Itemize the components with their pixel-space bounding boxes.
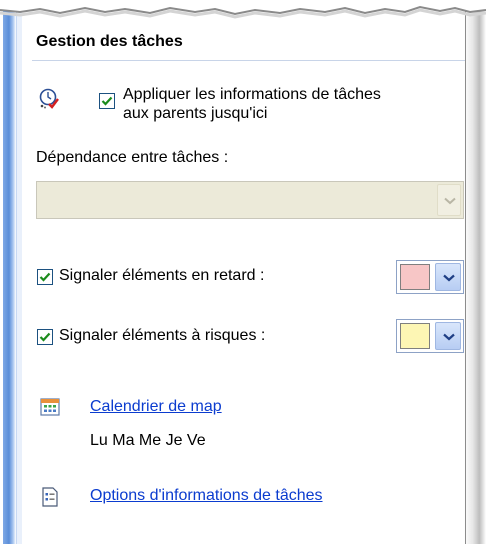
late-items-color-picker[interactable]	[396, 260, 464, 294]
dependency-label: Dépendance entre tâches :	[36, 149, 229, 166]
apply-parents-label-line2: aux parents jusqu'ici	[123, 105, 268, 122]
title-divider	[32, 60, 465, 61]
late-items-color-dropdown[interactable]	[435, 263, 461, 291]
torn-edge	[0, 0, 486, 19]
late-items-checkbox[interactable]	[37, 269, 53, 285]
late-items-color-swatch	[400, 264, 430, 290]
panel-left-gutter	[16, 0, 22, 544]
dependency-dropdown[interactable]	[36, 181, 464, 219]
risk-items-color-picker[interactable]	[396, 319, 464, 353]
risk-items-checkbox[interactable]	[37, 329, 53, 345]
calendar-link[interactable]: Calendrier de map	[90, 398, 222, 416]
task-info-options-link[interactable]: Options d'informations de tâches	[90, 487, 323, 505]
calendar-days: Lu Ma Me Je Ve	[90, 432, 206, 449]
risk-items-label: Signaler éléments à risques :	[59, 327, 266, 344]
panel-right-shadow	[464, 0, 486, 544]
calendar-icon	[40, 398, 60, 416]
checkmark-icon	[39, 272, 51, 282]
checkmark-icon	[101, 96, 113, 106]
apply-parents-label-line1: Appliquer les informations de tâches	[123, 86, 381, 103]
late-items-label: Signaler éléments en retard :	[59, 267, 265, 284]
task-clock-icon	[39, 88, 59, 109]
checkmark-icon	[39, 332, 51, 342]
chevron-down-icon	[444, 197, 456, 205]
document-icon	[42, 487, 58, 507]
risk-items-color-swatch	[400, 323, 430, 349]
panel-left-border	[0, 0, 16, 544]
apply-parents-checkbox[interactable]	[99, 93, 115, 109]
panel-right-edge	[465, 0, 466, 544]
section-title: Gestion des tâches	[36, 33, 183, 50]
risk-items-color-dropdown[interactable]	[435, 322, 461, 350]
dependency-dropdown-button[interactable]	[437, 184, 461, 216]
chevron-down-icon	[443, 333, 455, 341]
chevron-down-icon	[443, 274, 455, 282]
